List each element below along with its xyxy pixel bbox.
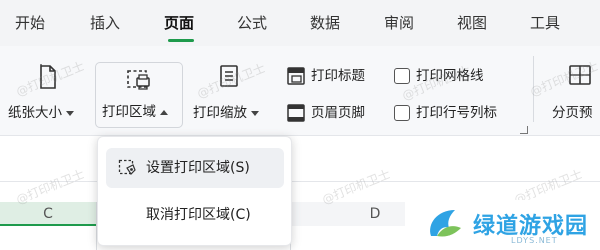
header-footer-button[interactable]: 页眉页脚 — [284, 101, 384, 125]
print-scale-button[interactable]: 打印缩放 — [188, 52, 272, 128]
header-footer-label: 页眉页脚 — [311, 105, 365, 121]
tab-page-layout[interactable]: 页面 — [164, 11, 194, 35]
print-area-button[interactable]: 打印区域 — [95, 62, 183, 128]
paper-size-icon — [40, 64, 56, 89]
page-break-preview-label: 分页预 — [552, 105, 593, 121]
logo-mark-icon — [430, 210, 461, 237]
chevron-down-icon — [251, 110, 259, 116]
cancel-print-area-menu-item[interactable]: 取消打印区域(C) — [106, 195, 284, 235]
ribbon-divider — [533, 56, 534, 122]
print-area-icon — [127, 70, 150, 90]
print-gridlines-checkbox[interactable] — [394, 68, 410, 84]
print-scale-icon — [220, 65, 238, 87]
column-header-c[interactable]: C — [0, 202, 96, 226]
print-titles-icon — [287, 67, 305, 85]
print-gridlines-label: 打印网格线 — [416, 68, 484, 84]
cancel-print-area-label: 取消打印区域(C) — [146, 207, 251, 223]
set-print-area-icon — [118, 159, 136, 175]
page-break-preview-button[interactable]: 分页预 — [544, 52, 600, 128]
print-area-label: 打印区域 — [102, 104, 156, 120]
print-gridlines-option[interactable]: 打印网格线 — [392, 64, 512, 88]
print-row-col-headers-option[interactable]: 打印行号列标 — [392, 101, 522, 125]
paper-size-label: 纸张大小 — [8, 105, 62, 121]
chevron-up-icon — [160, 109, 168, 115]
menu-tab-bar: 开始 插入 页面 公式 数据 审阅 视图 工具 — [0, 0, 600, 46]
tab-data[interactable]: 数据 — [310, 11, 340, 35]
tab-formulas[interactable]: 公式 — [237, 11, 267, 35]
print-scale-label: 打印缩放 — [193, 105, 247, 121]
logo-subtitle: LDYS.NET — [511, 236, 558, 245]
tab-home[interactable]: 开始 — [15, 11, 45, 35]
page-break-preview-icon — [569, 65, 591, 85]
print-row-col-headers-checkbox[interactable] — [394, 105, 410, 121]
tab-review[interactable]: 审阅 — [384, 11, 414, 35]
active-tab-indicator — [168, 39, 194, 42]
header-footer-icon — [287, 104, 305, 122]
ribbon-page-layout: 纸张大小 打印区域 打印缩放 打印标题 页眉页脚 打印网格线 打印行号列标 分页… — [0, 46, 600, 136]
print-area-dropdown-menu: 设置打印区域(S) 取消打印区域(C) — [97, 136, 292, 246]
tab-view[interactable]: 视图 — [457, 11, 487, 35]
print-titles-label: 打印标题 — [311, 68, 365, 84]
print-row-col-headers-label: 打印行号列标 — [416, 105, 497, 121]
formula-bar[interactable] — [0, 152, 600, 182]
set-print-area-label: 设置打印区域(S) — [146, 160, 250, 176]
dialog-launcher-icon[interactable] — [520, 126, 528, 134]
chevron-down-icon — [66, 110, 74, 116]
set-print-area-menu-item[interactable]: 设置打印区域(S) — [106, 148, 284, 188]
tab-tools[interactable]: 工具 — [530, 11, 560, 35]
paper-size-button[interactable]: 纸张大小 — [6, 52, 86, 128]
print-titles-button[interactable]: 打印标题 — [284, 64, 384, 88]
site-logo: 绿道游戏园 LDYS.NET — [405, 200, 600, 250]
tab-insert[interactable]: 插入 — [90, 11, 120, 35]
